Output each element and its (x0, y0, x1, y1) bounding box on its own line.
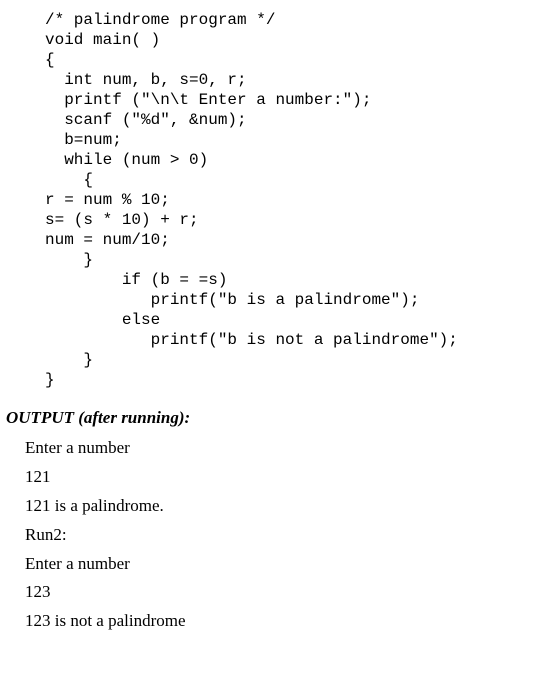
output-line: 123 (25, 578, 549, 607)
output-line: Run2: (25, 521, 549, 550)
output-line: 121 (25, 463, 549, 492)
output-line: Enter a number (25, 434, 549, 463)
output-block: Enter a number 121 121 is a palindrome. … (0, 434, 549, 636)
code-block: /* palindrome program */ void main( ) { … (0, 0, 549, 390)
output-line: 121 is a palindrome. (25, 492, 549, 521)
output-line: Enter a number (25, 550, 549, 579)
output-line: 123 is not a palindrome (25, 607, 549, 636)
output-heading: OUTPUT (after running): (0, 390, 549, 434)
